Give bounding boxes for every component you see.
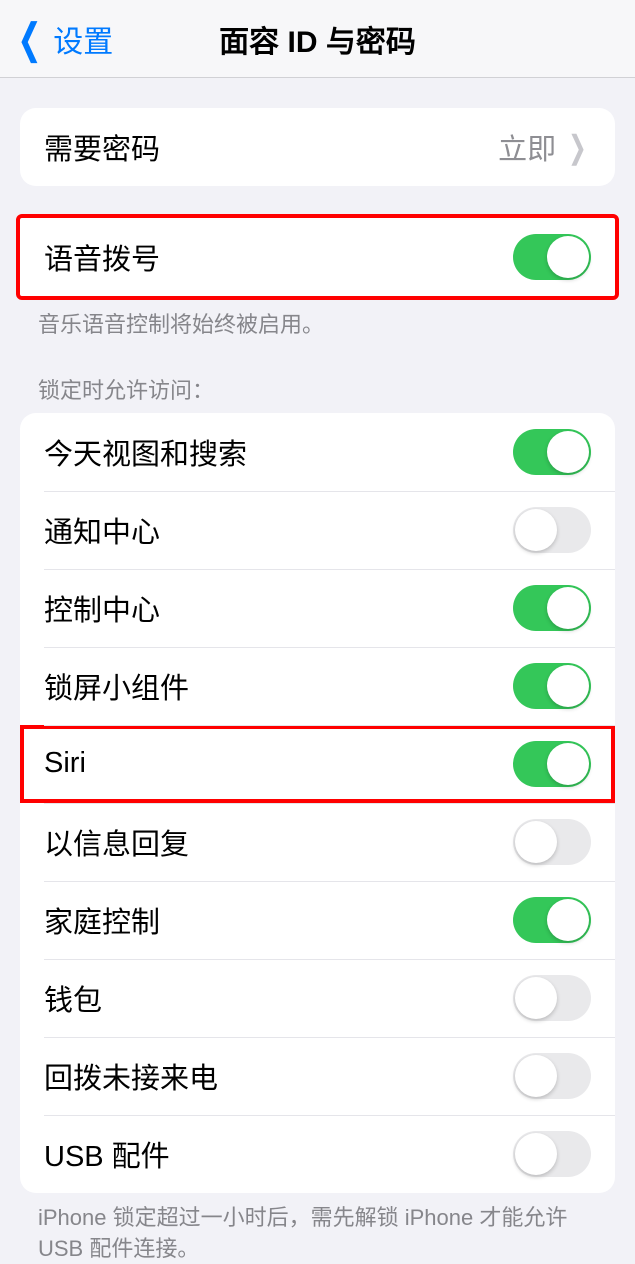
back-label: 设置 — [53, 17, 113, 61]
lock-access-row: 回拨未接来电 — [20, 1037, 615, 1115]
chevron-right-icon: ❯ — [568, 128, 587, 166]
lock-access-label: Siri — [44, 747, 513, 780]
toggle-knob — [547, 431, 589, 473]
lock-access-label: 锁屏小组件 — [44, 665, 513, 707]
chevron-left-icon: ❮ — [17, 14, 42, 63]
lock-access-group: 今天视图和搜索通知中心控制中心锁屏小组件 Siri 以信息回复家庭控制钱包回拨未接来… — [20, 413, 615, 1193]
lock-access-label: 钱包 — [44, 977, 513, 1019]
lock-access-toggle[interactable] — [513, 1053, 591, 1099]
toggle-knob — [547, 587, 589, 629]
lock-access-toggle[interactable] — [513, 1131, 591, 1177]
toggle-knob — [547, 899, 589, 941]
toggle-knob — [547, 665, 589, 707]
lock-access-label: 回拨未接来电 — [44, 1055, 513, 1097]
voice-dial-group: 语音拨号 — [16, 214, 619, 300]
lock-access-label: 通知中心 — [44, 509, 513, 551]
toggle-knob — [515, 977, 557, 1019]
lock-access-toggle[interactable] — [513, 663, 591, 709]
lock-access-footer: iPhone 锁定超过一小时后，需先解锁 iPhone 才能允许 USB 配件连… — [38, 1203, 597, 1264]
lock-access-label: 控制中心 — [44, 587, 513, 629]
lock-access-row: Siri — [20, 725, 615, 803]
require-passcode-label: 需要密码 — [44, 126, 498, 168]
lock-access-toggle[interactable] — [513, 741, 591, 787]
lock-access-row: 控制中心 — [20, 569, 615, 647]
toggle-knob — [547, 743, 589, 785]
lock-access-toggle[interactable] — [513, 975, 591, 1021]
toggle-knob — [515, 509, 557, 551]
lock-access-row: 家庭控制 — [20, 881, 615, 959]
voice-dial-toggle[interactable] — [513, 234, 591, 280]
require-passcode-group: 需要密码 立即 ❯ — [20, 108, 615, 186]
voice-dial-footer: 音乐语音控制将始终被启用。 — [38, 310, 597, 341]
lock-access-row: 锁屏小组件 — [20, 647, 615, 725]
lock-access-row: 今天视图和搜索 — [20, 413, 615, 491]
lock-access-header: 锁定时允许访问： — [38, 373, 597, 405]
lock-access-toggle[interactable] — [513, 507, 591, 553]
voice-dial-label: 语音拨号 — [44, 236, 513, 278]
lock-access-toggle[interactable] — [513, 819, 591, 865]
lock-access-toggle[interactable] — [513, 429, 591, 475]
lock-access-toggle[interactable] — [513, 585, 591, 631]
voice-dial-row: 语音拨号 — [20, 218, 615, 296]
toggle-knob — [515, 1055, 557, 1097]
require-passcode-value: 立即 — [498, 126, 556, 168]
toggle-knob — [515, 1133, 557, 1175]
lock-access-row: 以信息回复 — [20, 803, 615, 881]
toggle-knob — [515, 821, 557, 863]
lock-access-label: USB 配件 — [44, 1133, 513, 1175]
lock-access-row: 钱包 — [20, 959, 615, 1037]
lock-access-row: USB 配件 — [20, 1115, 615, 1193]
toggle-knob — [547, 236, 589, 278]
lock-access-label: 今天视图和搜索 — [44, 431, 513, 473]
content: 需要密码 立即 ❯ 语音拨号 音乐语音控制将始终被启用。 锁定时允许访问： 今天… — [0, 108, 635, 1264]
require-passcode-row[interactable]: 需要密码 立即 ❯ — [20, 108, 615, 186]
lock-access-label: 以信息回复 — [44, 821, 513, 863]
lock-access-toggle[interactable] — [513, 897, 591, 943]
navbar: ❮ 设置 面容 ID 与密码 — [0, 0, 635, 78]
lock-access-label: 家庭控制 — [44, 899, 513, 941]
back-button[interactable]: ❮ 设置 — [0, 14, 113, 63]
lock-access-row: 通知中心 — [20, 491, 615, 569]
